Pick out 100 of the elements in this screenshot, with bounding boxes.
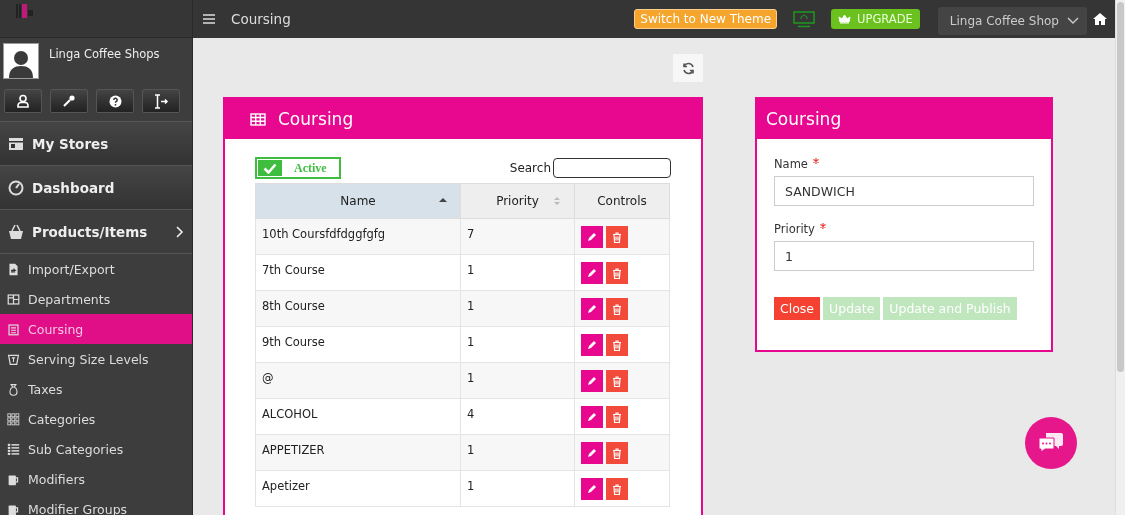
delete-button[interactable]: [606, 262, 628, 284]
crown-icon: [838, 14, 852, 24]
search-field[interactable]: [553, 158, 671, 178]
trash-icon: [612, 447, 622, 459]
logo-icon: [16, 4, 36, 18]
edit-button[interactable]: [581, 262, 603, 284]
wrench-icon: [62, 94, 76, 108]
delete-button[interactable]: [606, 370, 628, 392]
input-field[interactable]: SANDWICH: [774, 176, 1034, 206]
checkbox[interactable]: [258, 160, 282, 176]
avatar: [3, 43, 39, 79]
home-button[interactable]: [1091, 11, 1109, 27]
trash-icon: [612, 339, 622, 351]
help-button[interactable]: [96, 89, 134, 113]
trash-icon: [612, 231, 622, 243]
trash-icon: [612, 267, 622, 279]
monitor-button[interactable]: [793, 10, 816, 28]
help-icon: [108, 94, 122, 108]
mug-icon: [7, 502, 20, 515]
delete-button[interactable]: [606, 334, 628, 356]
panel-title: Coursing: [278, 109, 354, 129]
trash-icon: [612, 303, 622, 315]
delete-button[interactable]: [606, 406, 628, 428]
chat-button[interactable]: [1025, 417, 1077, 469]
delete-button[interactable]: [606, 442, 628, 464]
basket-icon: [8, 223, 24, 240]
edit-button[interactable]: [581, 478, 603, 500]
sidebar-item[interactable]: Sub Categories: [0, 434, 192, 464]
table-cell: 1: [460, 434, 575, 471]
delete-button[interactable]: [606, 226, 628, 248]
pencil-icon: [587, 268, 597, 278]
column-header[interactable]: Name: [255, 183, 461, 219]
edit-button[interactable]: [581, 406, 603, 428]
mug-icon: [7, 472, 20, 486]
chevron-down-icon: [1067, 17, 1079, 25]
refresh-button[interactable]: [673, 54, 703, 82]
user-icon: [16, 94, 30, 108]
profile-button[interactable]: [4, 89, 42, 113]
sidebar-item[interactable]: Modifiers: [0, 464, 192, 494]
trash-icon: [612, 375, 622, 387]
sidebar-item[interactable]: Import/Export: [0, 254, 192, 284]
input-field[interactable]: 1: [774, 241, 1034, 271]
sort-icon: [552, 196, 562, 206]
table-cell: 8th Course: [255, 290, 461, 327]
column-header: Controls: [574, 183, 670, 219]
edit-button[interactable]: [581, 226, 603, 248]
field-label: Name: [774, 157, 808, 171]
sidebar-item[interactable]: Departments: [0, 284, 192, 314]
column-header[interactable]: Priority: [460, 183, 575, 219]
panel-title: Coursing: [766, 109, 842, 129]
table-cell: Apetizer: [255, 470, 461, 507]
table-cell: APPETIZER: [255, 434, 461, 471]
table-cell: 1: [460, 362, 575, 399]
home-icon: [1093, 13, 1107, 25]
field-label: Priority: [774, 222, 815, 236]
trash-icon: [612, 483, 622, 495]
close-button[interactable]: Close: [774, 297, 821, 320]
profile-name: Linga Coffee Shops: [49, 47, 160, 61]
tools-button[interactable]: [50, 89, 88, 113]
refresh-icon: [681, 61, 695, 75]
gauge-icon: [8, 179, 24, 196]
table-cell: 4: [460, 398, 575, 435]
delete-button[interactable]: [606, 298, 628, 320]
delete-button[interactable]: [606, 478, 628, 500]
pencil-icon: [587, 376, 597, 386]
edit-button[interactable]: [581, 298, 603, 320]
menu-button[interactable]: [201, 12, 217, 26]
pencil-icon: [587, 448, 597, 458]
chat-icon: [1038, 432, 1064, 454]
logout-button[interactable]: [142, 89, 180, 113]
sidebar-item[interactable]: Categories: [0, 404, 192, 434]
sidebar-item[interactable]: My Stores: [0, 122, 192, 166]
table-icon: [250, 112, 266, 126]
clipboard-icon: [7, 322, 20, 336]
logout-icon: [153, 93, 169, 109]
columns-icon: [7, 292, 20, 306]
money-bag-icon: [7, 382, 20, 396]
table-cell: 1: [460, 326, 575, 363]
table-cell: @: [255, 362, 461, 399]
document-icon: [7, 262, 20, 276]
sidebar-item[interactable]: Taxes: [0, 374, 192, 404]
table-cell: ALCOHOL: [255, 398, 461, 435]
table-cell: 1: [460, 254, 575, 291]
pencil-icon: [587, 304, 597, 314]
pencil-icon: [587, 340, 597, 350]
table-cell: 9th Course: [255, 326, 461, 363]
edit-button[interactable]: [581, 442, 603, 464]
list-icon: [7, 442, 20, 456]
page-title: Coursing: [231, 11, 292, 27]
cup-icon: [7, 352, 20, 366]
table-cell: 7: [460, 218, 575, 255]
sidebar-item[interactable]: Serving Size Levels: [0, 344, 192, 374]
menu-icon: [203, 14, 215, 24]
edit-button[interactable]: [581, 370, 603, 392]
grid-icon: [7, 412, 20, 426]
edit-button[interactable]: [581, 334, 603, 356]
sidebar-item[interactable]: Dashboard: [0, 166, 192, 210]
pencil-icon: [587, 232, 597, 242]
store-dropdown[interactable]: Linga Coffee Shop: [937, 7, 1087, 35]
trash-icon: [612, 411, 622, 423]
